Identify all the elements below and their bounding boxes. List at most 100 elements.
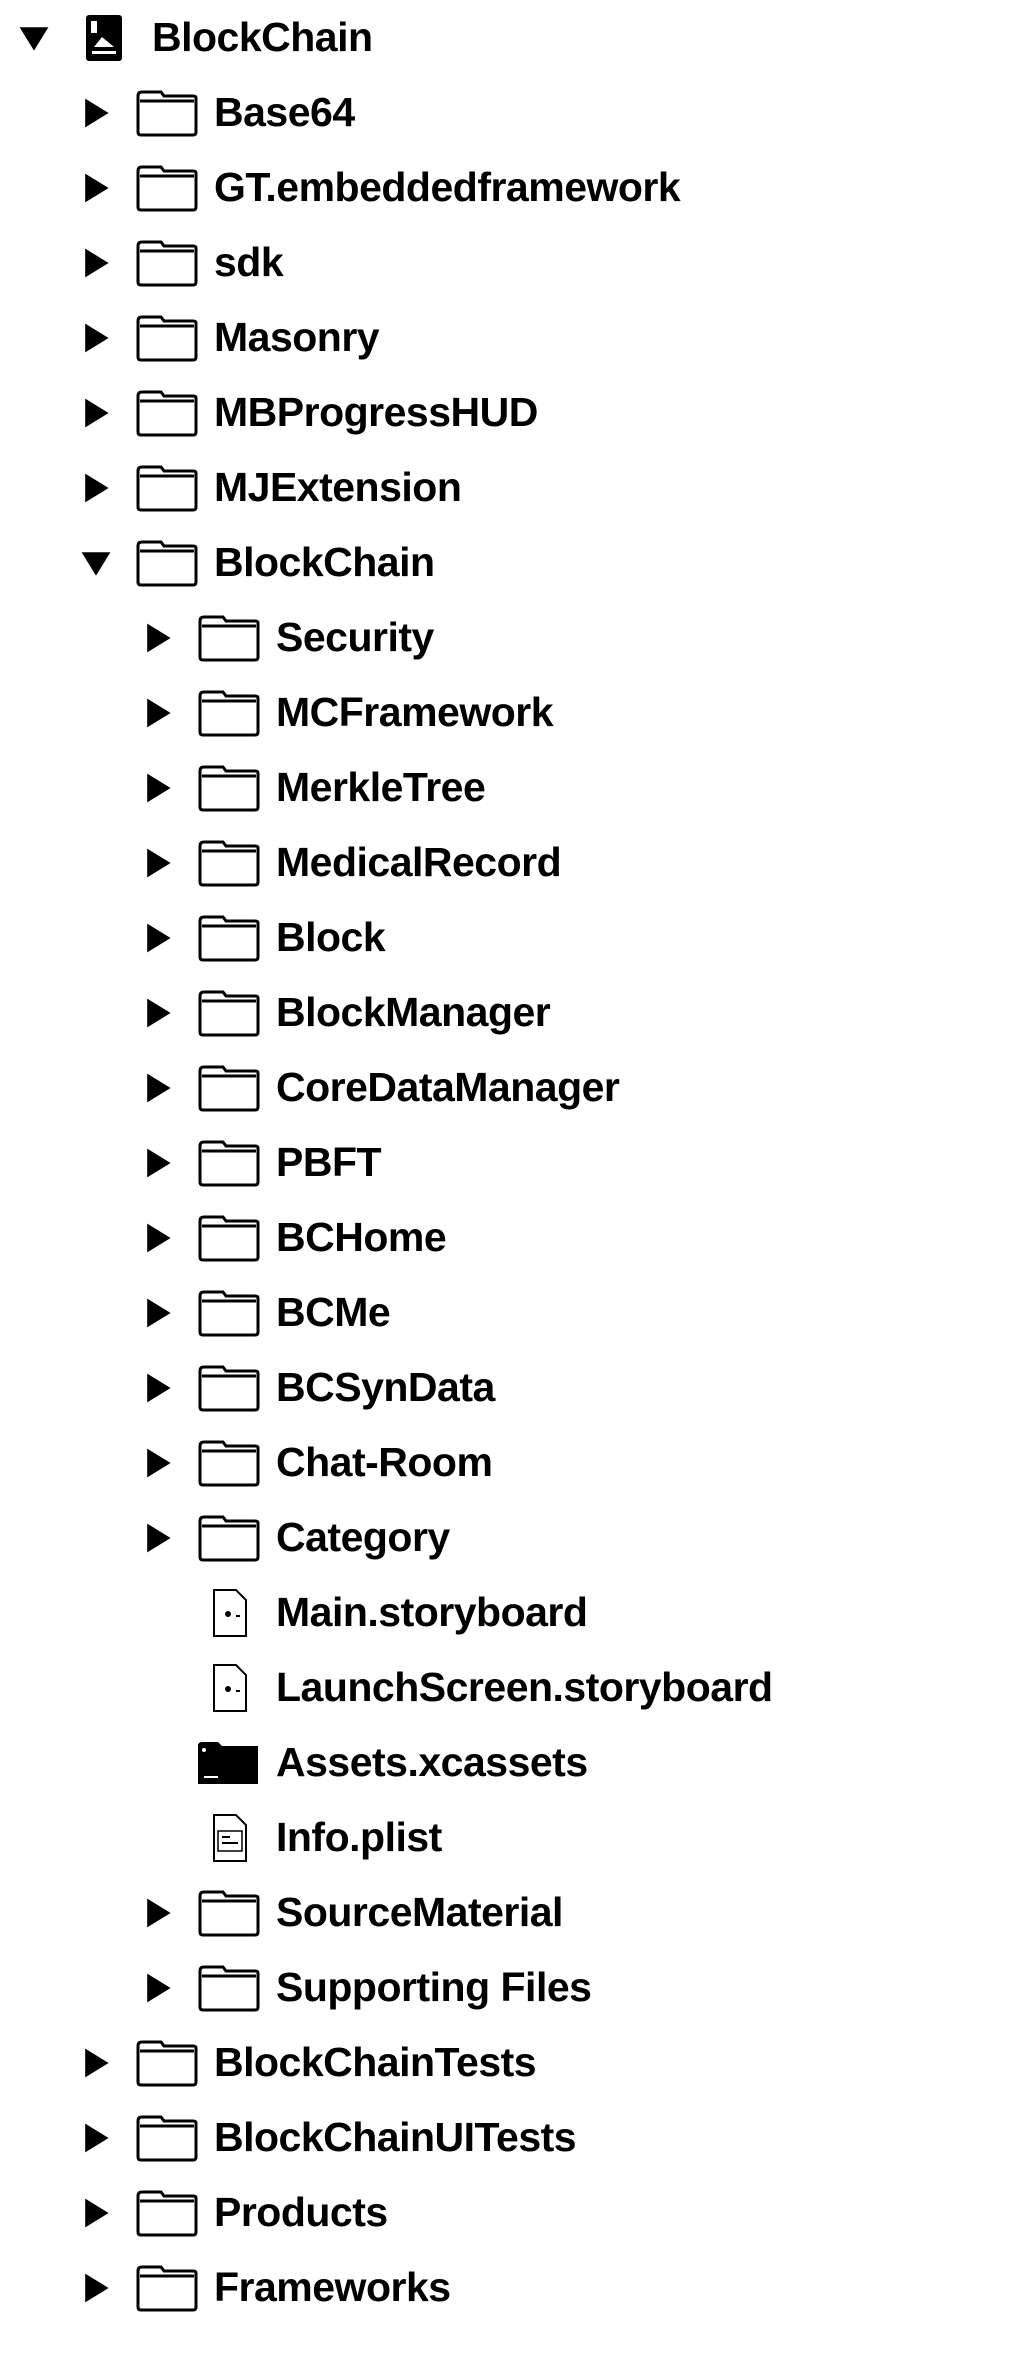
navigator-row[interactable]: CoreDataManager xyxy=(138,1050,620,1125)
navigator-row-label: Base64 xyxy=(214,89,355,135)
navigator-row-label: PBFT xyxy=(276,1139,382,1185)
navigator-row[interactable]: MJExtension xyxy=(76,450,462,525)
navigator-row-label: BlockManager xyxy=(276,989,551,1035)
folder-icon xyxy=(132,87,202,139)
disclosure-triangle-collapsed-icon[interactable] xyxy=(138,1068,178,1108)
navigator-row[interactable]: Category xyxy=(138,1500,450,1575)
navigator-row[interactable]: Main.storyboard xyxy=(138,1575,588,1650)
navigator-row-label: Supporting Files xyxy=(276,1964,592,2010)
disclosure-triangle-collapsed-icon[interactable] xyxy=(138,1218,178,1258)
folder-icon xyxy=(132,387,202,439)
navigator-row[interactable]: BlockChain xyxy=(14,0,373,75)
navigator-row[interactable]: Frameworks xyxy=(76,2250,451,2325)
disclosure-triangle-collapsed-icon[interactable] xyxy=(138,1368,178,1408)
navigator-row[interactable]: GT.embeddedframework xyxy=(76,150,681,225)
navigator-row[interactable]: sdk xyxy=(76,225,284,300)
navigator-row[interactable]: BlockManager xyxy=(138,975,551,1050)
navigator-row[interactable]: Masonry xyxy=(76,300,380,375)
navigator-row[interactable]: Info.plist xyxy=(138,1800,442,1875)
folder-icon xyxy=(194,612,264,664)
disclosure-triangle-collapsed-icon[interactable] xyxy=(138,1293,178,1333)
navigator-row[interactable]: Supporting Files xyxy=(138,1950,592,2025)
navigator-row[interactable]: Base64 xyxy=(76,75,355,150)
disclosure-triangle-collapsed-icon[interactable] xyxy=(76,243,116,283)
navigator-row[interactable]: SourceMaterial xyxy=(138,1875,563,1950)
project-icon xyxy=(70,12,140,64)
navigator-row-label: MerkleTree xyxy=(276,764,486,810)
navigator-row-label: Main.storyboard xyxy=(276,1589,588,1635)
navigator-row-label: Chat-Room xyxy=(276,1439,493,1485)
navigator-row[interactable]: Block xyxy=(138,900,386,975)
navigator-row[interactable]: MerkleTree xyxy=(138,750,486,825)
storyboard-file-icon xyxy=(194,1662,264,1714)
navigator-row[interactable]: BlockChainUITests xyxy=(76,2100,577,2175)
disclosure-triangle-collapsed-icon[interactable] xyxy=(76,168,116,208)
disclosure-triangle-collapsed-icon[interactable] xyxy=(76,393,116,433)
navigator-row[interactable]: Chat-Room xyxy=(138,1425,493,1500)
navigator-row-label: Block xyxy=(276,914,386,960)
asset-catalog-icon xyxy=(194,1737,264,1789)
disclosure-triangle-collapsed-icon[interactable] xyxy=(76,468,116,508)
disclosure-triangle-collapsed-icon[interactable] xyxy=(76,2268,116,2308)
navigator-row-label: BlockChain xyxy=(214,539,435,585)
folder-icon xyxy=(194,1212,264,1264)
folder-icon xyxy=(194,1137,264,1189)
disclosure-triangle-collapsed-icon[interactable] xyxy=(138,693,178,733)
disclosure-triangle-collapsed-icon[interactable] xyxy=(76,318,116,358)
disclosure-triangle-collapsed-icon[interactable] xyxy=(138,618,178,658)
navigator-row-label: BlockChain xyxy=(152,14,373,60)
navigator-row[interactable]: BCSynData xyxy=(138,1350,495,1425)
disclosure-triangle-collapsed-icon[interactable] xyxy=(138,918,178,958)
navigator-row-label: BCSynData xyxy=(276,1364,495,1410)
navigator-row-label: MBProgressHUD xyxy=(214,389,538,435)
folder-icon xyxy=(132,2112,202,2164)
navigator-row-label: CoreDataManager xyxy=(276,1064,620,1110)
folder-icon xyxy=(194,1287,264,1339)
navigator-row[interactable]: BlockChainTests xyxy=(76,2025,537,2100)
disclosure-triangle-expanded-icon[interactable] xyxy=(76,543,116,583)
folder-icon xyxy=(194,912,264,964)
disclosure-triangle-collapsed-icon[interactable] xyxy=(76,2043,116,2083)
navigator-row-label: BlockChainUITests xyxy=(214,2114,577,2160)
navigator-row-label: LaunchScreen.storyboard xyxy=(276,1664,773,1710)
navigator-row[interactable]: BCMe xyxy=(138,1275,391,1350)
disclosure-triangle-collapsed-icon[interactable] xyxy=(138,1518,178,1558)
navigator-row-label: Frameworks xyxy=(214,2264,451,2310)
navigator-row-label: Assets.xcassets xyxy=(276,1739,588,1785)
navigator-row[interactable]: MBProgressHUD xyxy=(76,375,538,450)
folder-icon xyxy=(194,1062,264,1114)
navigator-row[interactable]: MCFramework xyxy=(138,675,554,750)
navigator-row[interactable]: BlockChain xyxy=(76,525,435,600)
disclosure-triangle-collapsed-icon[interactable] xyxy=(138,768,178,808)
disclosure-triangle-collapsed-icon[interactable] xyxy=(138,993,178,1033)
disclosure-triangle-collapsed-icon[interactable] xyxy=(76,2193,116,2233)
disclosure-triangle-collapsed-icon[interactable] xyxy=(138,1143,178,1183)
folder-icon xyxy=(194,1962,264,2014)
navigator-row[interactable]: Products xyxy=(76,2175,388,2250)
navigator-row[interactable]: MedicalRecord xyxy=(138,825,562,900)
navigator-row[interactable]: PBFT xyxy=(138,1125,382,1200)
disclosure-triangle-collapsed-icon[interactable] xyxy=(76,93,116,133)
folder-icon xyxy=(194,687,264,739)
navigator-row[interactable]: Security xyxy=(138,600,434,675)
disclosure-triangle-collapsed-icon[interactable] xyxy=(138,843,178,883)
navigator-row[interactable]: BCHome xyxy=(138,1200,447,1275)
disclosure-triangle-expanded-icon[interactable] xyxy=(14,18,54,58)
folder-icon xyxy=(132,312,202,364)
navigator-row-label: BCHome xyxy=(276,1214,447,1260)
navigator-row-label: sdk xyxy=(214,239,284,285)
folder-icon xyxy=(132,2037,202,2089)
navigator-row[interactable]: LaunchScreen.storyboard xyxy=(138,1650,773,1725)
navigator-row-label: MJExtension xyxy=(214,464,462,510)
disclosure-triangle-collapsed-icon[interactable] xyxy=(138,1968,178,2008)
navigator-row[interactable]: Assets.xcassets xyxy=(138,1725,588,1800)
disclosure-triangle-collapsed-icon[interactable] xyxy=(76,2118,116,2158)
navigator-row-label: Info.plist xyxy=(276,1814,442,1860)
folder-icon xyxy=(194,1887,264,1939)
disclosure-triangle-collapsed-icon[interactable] xyxy=(138,1443,178,1483)
navigator-row-label: Category xyxy=(276,1514,450,1560)
disclosure-triangle-collapsed-icon[interactable] xyxy=(138,1893,178,1933)
